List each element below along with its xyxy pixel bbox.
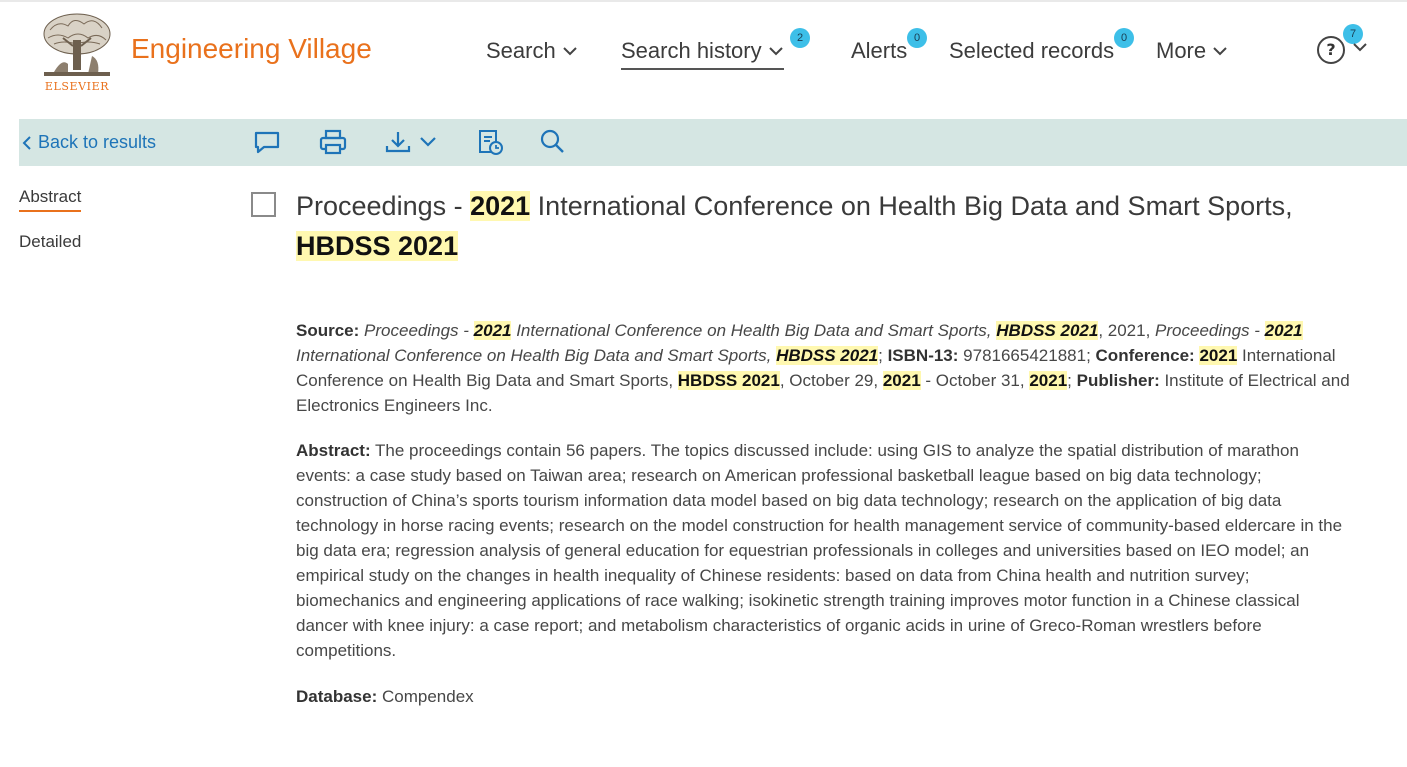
help-icon[interactable]: ? (1317, 36, 1345, 64)
title-highlight: 2021 (470, 191, 531, 221)
source-highlight: HBDSS 2021 (776, 346, 879, 365)
chevron-down-icon (1213, 47, 1227, 56)
search-icon[interactable] (538, 128, 568, 156)
download-icon[interactable] (384, 128, 440, 156)
app-title[interactable]: Engineering Village (131, 33, 372, 65)
isbn-value: 9781665421881; (958, 346, 1096, 365)
alerts-count-badge: 0 (907, 28, 927, 48)
tab-abstract[interactable]: Abstract (19, 187, 82, 212)
database-section: Database: Compendex (296, 684, 1356, 709)
source-section: Source: Proceedings - 2021 International… (296, 318, 1356, 418)
nav-search-history-label: Search history (621, 38, 762, 63)
chevron-down-icon (768, 47, 783, 56)
title-highlight: HBDSS 2021 (296, 231, 459, 261)
source-text: ; (878, 346, 888, 365)
source-highlight: 2021 (473, 321, 512, 340)
tab-detailed[interactable]: Detailed (19, 232, 81, 252)
search-history-count-badge: 2 (790, 28, 810, 48)
title-text: International Conference on Health Big D… (530, 191, 1293, 221)
source-text: Proceedings - (364, 321, 474, 340)
source-highlight: HBDSS 2021 (677, 371, 780, 390)
elsevier-tree-logo[interactable] (40, 12, 114, 78)
source-text: , 2021, (1098, 321, 1156, 340)
source-text: ; (1067, 371, 1077, 390)
select-record-checkbox[interactable] (251, 192, 276, 217)
record-toolbar (19, 119, 1407, 166)
nav-search-label: Search (486, 38, 556, 63)
source-text: International Conference on Health Big D… (511, 321, 997, 340)
nav-selected-records[interactable]: Selected records (949, 38, 1114, 64)
source-text: , October 29, (779, 371, 883, 390)
chevron-down-icon[interactable] (1352, 40, 1368, 54)
source-text: International Conference on Health Big D… (296, 346, 777, 365)
conference-label: Conference: (1095, 346, 1195, 365)
comment-icon[interactable] (252, 128, 282, 156)
source-text: - October 31, (920, 371, 1030, 390)
database-value: Compendex (377, 687, 474, 706)
top-border (0, 0, 1407, 2)
abstract-section: Abstract: The proceedings contain 56 pap… (296, 438, 1356, 663)
elsevier-wordmark: ELSEVIER (44, 80, 110, 93)
abstract-label: Abstract: (296, 441, 371, 460)
chevron-down-icon (563, 47, 577, 56)
database-label: Database: (296, 687, 378, 706)
nav-alerts-label: Alerts (851, 38, 908, 63)
print-icon[interactable] (318, 128, 348, 156)
source-highlight: HBDSS 2021 (996, 321, 1099, 340)
isbn-label: ISBN-13: (887, 346, 959, 365)
nav-search[interactable]: Search (486, 38, 578, 64)
nav-more-label: More (1156, 38, 1207, 63)
chevron-left-icon (22, 135, 31, 150)
back-to-results-link[interactable]: Back to results (22, 132, 156, 153)
source-highlight: 2021 (1199, 346, 1238, 365)
publisher-label: Publisher: (1076, 371, 1160, 390)
source-highlight: 2021 (1264, 321, 1303, 340)
nav-search-history[interactable]: Search history (621, 38, 784, 70)
record-title[interactable]: Proceedings - 2021 International Confere… (296, 186, 1376, 266)
source-highlight: 2021 (1029, 371, 1068, 390)
nav-alerts[interactable]: Alerts (851, 38, 907, 64)
nav-more[interactable]: More (1156, 38, 1228, 64)
selected-records-count-badge: 0 (1114, 28, 1134, 48)
source-label: Source: (296, 321, 360, 340)
source-text: Proceedings - (1155, 321, 1265, 340)
nav-selected-records-label: Selected records (949, 38, 1115, 63)
source-highlight: 2021 (882, 371, 921, 390)
save-history-icon[interactable] (476, 128, 506, 156)
title-text: Proceedings - (296, 191, 471, 221)
back-to-results-label: Back to results (38, 132, 157, 152)
abstract-text: The proceedings contain 56 papers. The t… (296, 441, 1343, 660)
